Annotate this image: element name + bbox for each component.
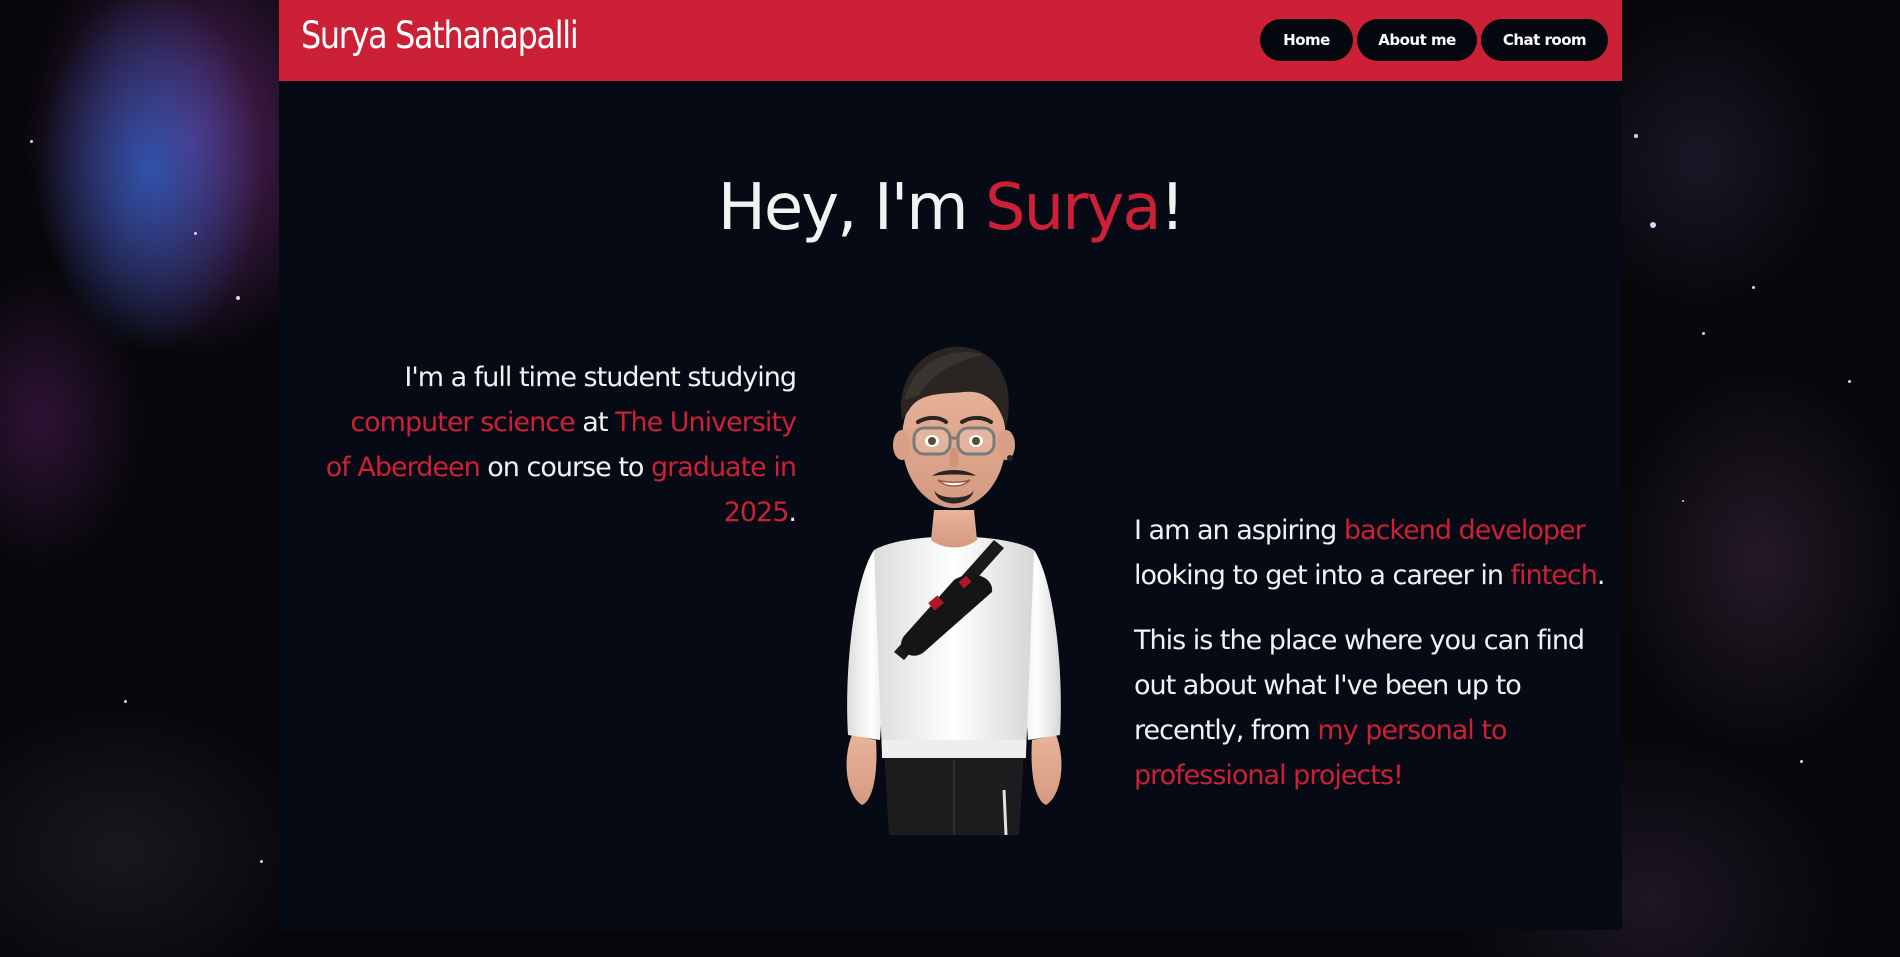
intro-paragraph: I'm a full time student studying compute… [319, 355, 797, 535]
site-brand[interactable]: Surya Sathanapalli [301, 14, 579, 57]
career-paragraph: I am an aspiring backend developer looki… [1134, 508, 1614, 598]
career-text: looking to get into a career in [1134, 560, 1511, 591]
about-paragraph: This is the place where you can find out… [1134, 618, 1614, 798]
nav-home-button[interactable]: Home [1260, 19, 1353, 61]
star [194, 232, 197, 235]
career-highlight-field: fintech [1510, 560, 1598, 591]
star [1650, 222, 1656, 228]
star [124, 700, 127, 703]
career-section: I am an aspiring backend developer looki… [1134, 508, 1614, 798]
career-highlight-role: backend developer [1343, 515, 1586, 546]
star [236, 296, 240, 300]
intro-text: on course to [479, 452, 652, 483]
intro-highlight-graduation: graduate in 2025 [651, 452, 797, 528]
hero-greeting-suffix: ! [1159, 171, 1186, 245]
star [260, 860, 263, 863]
nav-about-me-button[interactable]: About me [1357, 19, 1477, 61]
top-navigation-bar: Surya Sathanapalli Home About me Chat ro… [279, 0, 1622, 81]
star [1634, 134, 1638, 138]
star [1702, 332, 1705, 335]
star [1682, 500, 1684, 502]
hero-greeting-prefix: Hey, I'm [717, 171, 985, 245]
career-text: . [1596, 560, 1606, 591]
hero-name: Surya [984, 171, 1162, 245]
avatar-illustration [846, 346, 1062, 835]
intro-highlight-degree: computer science [350, 407, 575, 438]
intro-text: at [574, 407, 615, 438]
main-panel: Surya Sathanapalli Home About me Chat ro… [279, 0, 1622, 930]
hero-heading: Hey, I'm Surya! [279, 170, 1622, 247]
intro-text: I'm a full time student studying [404, 362, 797, 393]
nav-menu: Home About me Chat room [1260, 19, 1608, 61]
nav-chat-room-button[interactable]: Chat room [1481, 19, 1608, 61]
star [1848, 380, 1851, 383]
star [1752, 286, 1755, 289]
star [30, 140, 33, 143]
career-text: I am an aspiring [1134, 515, 1344, 546]
intro-text: . [788, 497, 797, 528]
star [1800, 760, 1803, 763]
